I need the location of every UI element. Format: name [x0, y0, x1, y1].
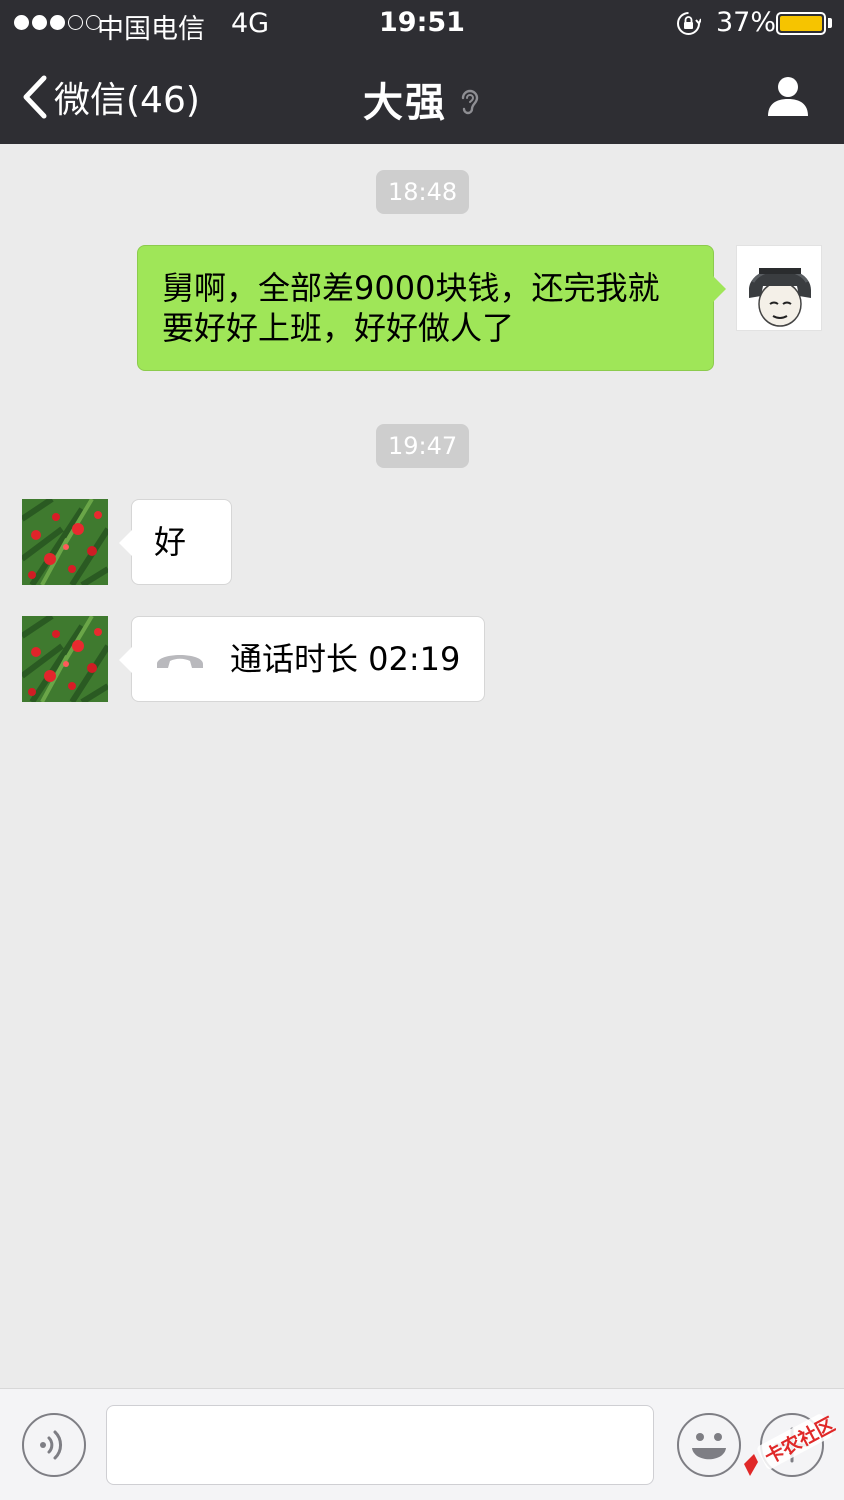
flower-avatar-image: [22, 499, 108, 585]
bubble-tail: [713, 276, 726, 302]
phone-hangup-icon: [157, 655, 203, 668]
orientation-lock-icon: [677, 12, 701, 35]
earpiece-icon: [461, 89, 479, 115]
navigation-bar: 微信(46) 大强: [0, 48, 844, 144]
timestamp-pill: 18:48: [376, 170, 470, 214]
emoji-button[interactable]: [677, 1413, 741, 1477]
top-bar: 中国电信 4G 19:51 37% 微信(46) 大强: [0, 0, 844, 144]
call-duration-text: 通话时长 02:19: [230, 640, 461, 678]
profile-icon[interactable]: [766, 74, 810, 118]
voice-input-icon: [40, 1430, 62, 1460]
emoji-icon: [692, 1433, 726, 1460]
message-text: 好: [154, 523, 187, 561]
bubble-tail: [119, 647, 132, 673]
contact-avatar[interactable]: [22, 499, 108, 585]
bubble-tail: [119, 530, 132, 556]
incoming-message[interactable]: 好: [119, 499, 232, 585]
title-group: 大强: [0, 70, 844, 128]
voice-input-button[interactable]: [22, 1413, 86, 1477]
battery-icon: [776, 12, 826, 35]
flower-avatar-image: [22, 616, 108, 702]
helmet-meme-avatar-image: [737, 246, 821, 330]
battery-fill: [780, 16, 822, 31]
self-avatar[interactable]: [736, 245, 822, 331]
message-text: 舅啊，全部差9000块钱，还完我就要好好上班，好好做人了: [162, 269, 660, 347]
watermark-logo: 卡农社区: [744, 1413, 836, 1476]
input-bar: [0, 1388, 844, 1500]
battery-percent: 37%: [716, 7, 777, 38]
timestamp-pill: 19:47: [376, 424, 470, 468]
message-input[interactable]: [106, 1405, 654, 1485]
contact-avatar[interactable]: [22, 616, 108, 702]
battery-cap: [828, 18, 832, 28]
status-bar: 中国电信 4G 19:51 37%: [0, 0, 844, 48]
chat-title: 大强: [363, 80, 447, 126]
call-record-message[interactable]: 通话时长 02:19: [119, 616, 485, 702]
outgoing-message[interactable]: 舅啊，全部差9000块钱，还完我就要好好上班，好好做人了: [137, 245, 726, 371]
